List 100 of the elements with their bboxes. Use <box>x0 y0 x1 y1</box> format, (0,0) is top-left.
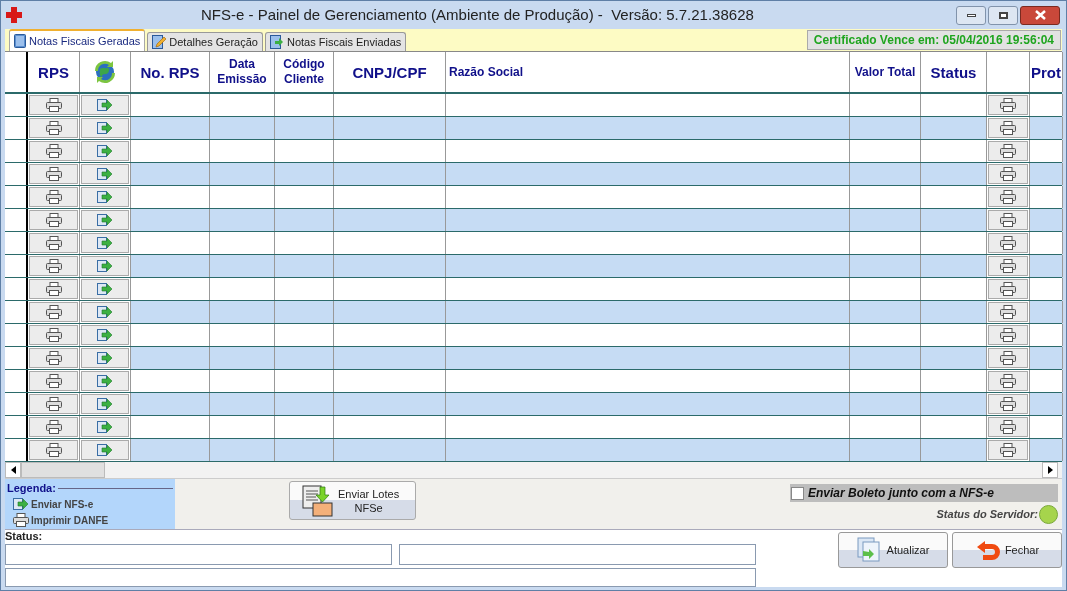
printer-icon <box>45 374 62 388</box>
scroll-right-button[interactable] <box>1042 462 1058 478</box>
document-arrow-icon <box>97 328 113 342</box>
print-button[interactable] <box>29 95 78 115</box>
print-button[interactable] <box>988 417 1028 437</box>
printer-icon <box>1000 259 1016 273</box>
print-button[interactable] <box>29 417 78 437</box>
table-cell <box>850 439 921 461</box>
print-button[interactable] <box>988 233 1028 253</box>
print-button[interactable] <box>29 164 78 184</box>
close-form-button[interactable]: Fechar <box>952 532 1062 568</box>
print-button[interactable] <box>29 141 78 161</box>
print-button[interactable] <box>29 440 78 460</box>
globe-refresh-icon <box>92 59 118 85</box>
right-arrow-icon <box>1047 466 1053 474</box>
print-button[interactable] <box>988 95 1028 115</box>
print-button[interactable] <box>988 210 1028 230</box>
send-batches-button[interactable]: Enviar Lotes NFSe <box>289 481 416 520</box>
printer-icon <box>45 259 62 273</box>
print-button[interactable] <box>988 256 1028 276</box>
table-cell <box>210 209 275 231</box>
print-button[interactable] <box>988 348 1028 368</box>
print-button[interactable] <box>988 371 1028 391</box>
tab[interactable]: Notas Fiscais Geradas <box>9 29 146 51</box>
print-button[interactable] <box>29 118 78 138</box>
table-cell <box>210 117 275 139</box>
printer-icon <box>13 513 29 528</box>
print-button[interactable] <box>29 348 78 368</box>
printer-icon <box>1000 328 1016 342</box>
scrollbar-thumb[interactable] <box>21 462 105 478</box>
document-arrow-icon <box>97 420 113 434</box>
table-cell <box>275 163 334 185</box>
left-arrow-icon <box>10 466 16 474</box>
printer-icon <box>1000 420 1016 434</box>
send-button[interactable] <box>81 371 129 391</box>
refresh-button[interactable]: Atualizar <box>838 532 948 568</box>
send-button[interactable] <box>81 302 129 322</box>
send-button[interactable] <box>81 118 129 138</box>
printer-icon <box>1000 98 1016 112</box>
column-header: Prot <box>1031 64 1061 80</box>
close-button[interactable] <box>1020 5 1060 25</box>
scroll-left-button[interactable] <box>5 462 21 478</box>
printer-icon <box>1000 121 1016 135</box>
table-cell <box>210 347 275 369</box>
column-header: Código Cliente <box>282 57 326 87</box>
send-button[interactable] <box>81 394 129 414</box>
printer-icon <box>1000 397 1016 411</box>
send-button[interactable] <box>81 233 129 253</box>
table-cell <box>210 393 275 415</box>
table-cell <box>275 209 334 231</box>
send-button[interactable] <box>81 417 129 437</box>
print-button[interactable] <box>29 187 78 207</box>
send-button[interactable] <box>81 348 129 368</box>
print-button[interactable] <box>988 302 1028 322</box>
printer-icon <box>1000 190 1016 204</box>
print-button[interactable] <box>29 302 78 322</box>
maximize-button[interactable] <box>988 5 1018 25</box>
send-button[interactable] <box>81 256 129 276</box>
document-arrow-icon <box>97 374 113 388</box>
send-button[interactable] <box>81 440 129 460</box>
document-arrow-icon <box>97 397 113 411</box>
legend-title: Legenda: <box>7 481 56 496</box>
print-button[interactable] <box>29 279 78 299</box>
send-button[interactable] <box>81 187 129 207</box>
print-button[interactable] <box>29 233 78 253</box>
print-button[interactable] <box>29 371 78 391</box>
table-cell <box>850 347 921 369</box>
minimize-button[interactable] <box>956 5 986 25</box>
send-button[interactable] <box>81 164 129 184</box>
documents-envelope-icon <box>302 484 334 517</box>
send-button[interactable] <box>81 95 129 115</box>
boleto-checkbox[interactable]: Enviar Boleto junto com a NFS-e <box>790 484 1058 502</box>
print-button[interactable] <box>29 325 78 345</box>
table-cell <box>210 439 275 461</box>
window-title: NFS-e - Painel de Gerenciamento (Ambiente de Produção) - Versão: 5.7.21.38628 <box>201 4 754 25</box>
print-button[interactable] <box>988 164 1028 184</box>
print-button[interactable] <box>988 440 1028 460</box>
table-cell <box>275 301 334 323</box>
print-button[interactable] <box>29 394 78 414</box>
print-button[interactable] <box>29 210 78 230</box>
table-cell <box>850 209 921 231</box>
send-button[interactable] <box>81 210 129 230</box>
table-cell <box>210 255 275 277</box>
printer-icon <box>45 420 62 434</box>
printer-icon <box>1000 282 1016 296</box>
legend-label: Enviar NFS-e <box>31 497 94 512</box>
print-button[interactable] <box>988 118 1028 138</box>
print-button[interactable] <box>988 187 1028 207</box>
print-button[interactable] <box>29 256 78 276</box>
tab[interactable]: Notas Fiscais Enviadas <box>264 32 407 51</box>
document-arrow-icon <box>97 282 113 296</box>
send-button[interactable] <box>81 141 129 161</box>
send-button[interactable] <box>81 279 129 299</box>
send-button[interactable] <box>81 325 129 345</box>
print-button[interactable] <box>988 279 1028 299</box>
print-button[interactable] <box>988 325 1028 345</box>
tab[interactable]: Detalhes Geração <box>147 32 263 51</box>
print-button[interactable] <box>988 394 1028 414</box>
print-button[interactable] <box>988 141 1028 161</box>
printer-icon <box>45 236 62 250</box>
